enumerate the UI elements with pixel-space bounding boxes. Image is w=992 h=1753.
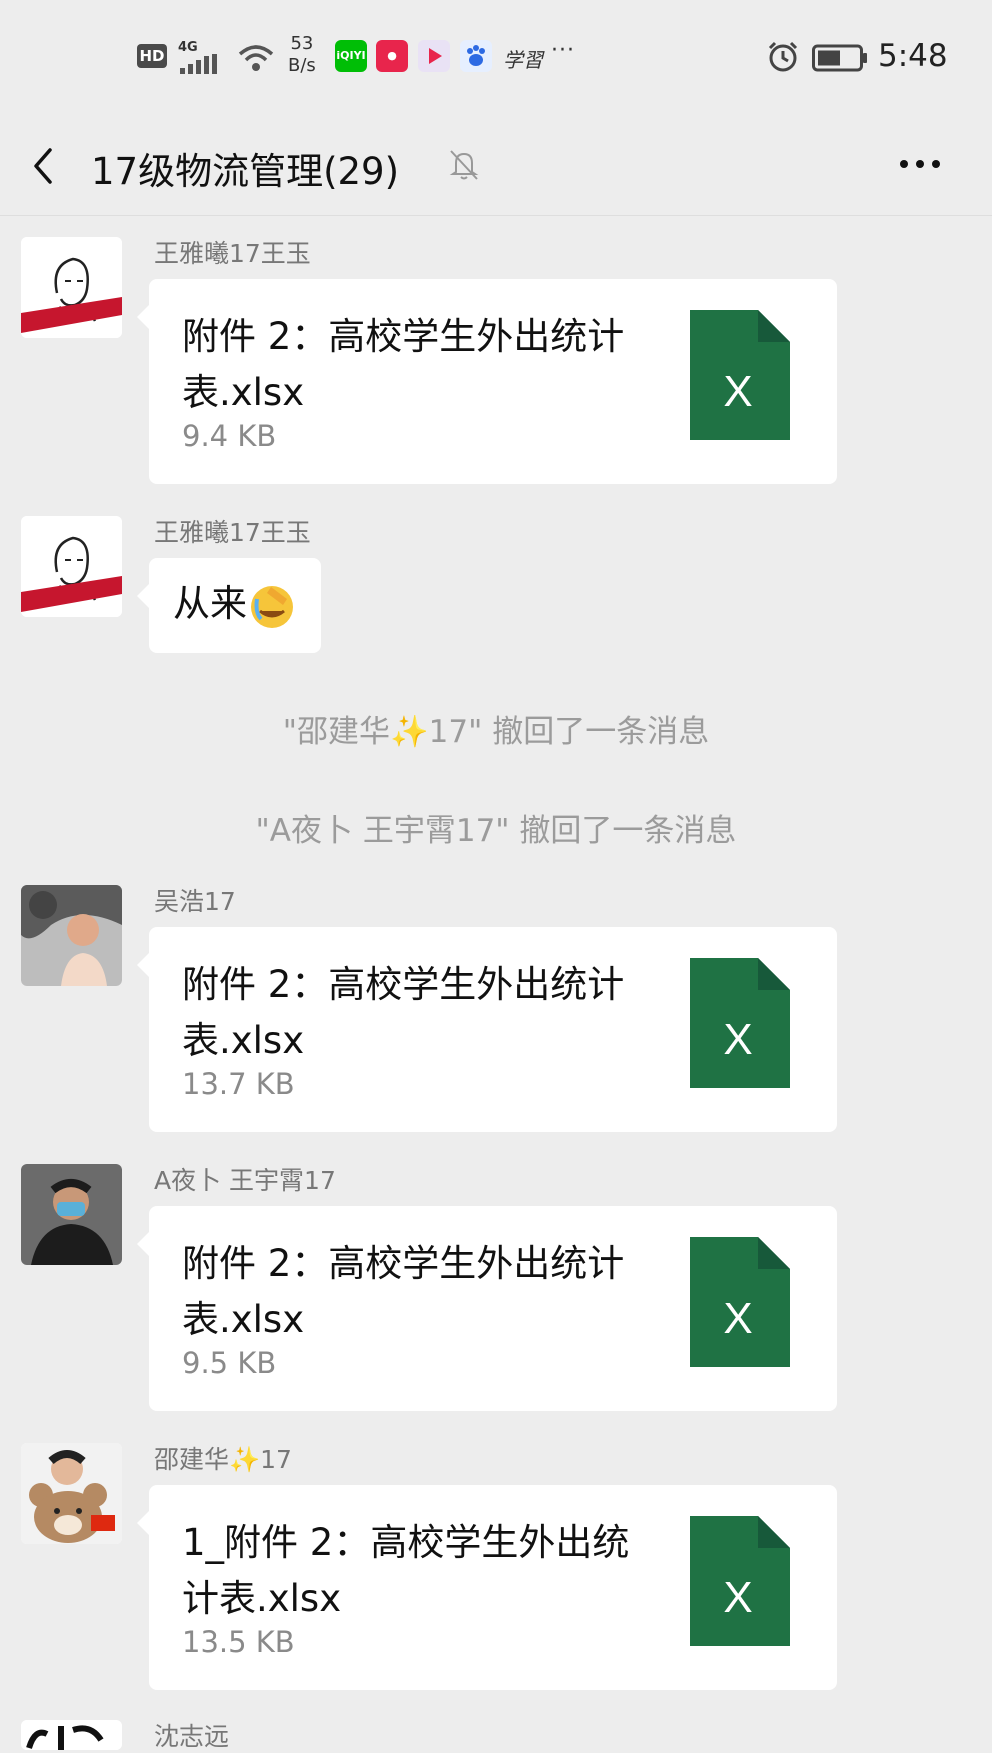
- photo-avatar-icon: [21, 885, 122, 986]
- file-name: 附件 2：高校学生外出统计表.xlsx: [182, 963, 625, 1062]
- chat-title: 17级物流管理(29): [91, 150, 400, 193]
- sender-name: 邵建华✨17: [154, 1445, 292, 1474]
- video-icon: [418, 40, 450, 72]
- message-text: 从来: [173, 582, 247, 625]
- file-size: 9.4 KB: [182, 419, 277, 453]
- bear-photo-avatar-icon: [21, 1443, 122, 1544]
- svg-text:X: X: [723, 1294, 752, 1343]
- avatar[interactable]: [21, 1720, 122, 1750]
- avatar[interactable]: [21, 1164, 122, 1265]
- file-card[interactable]: 附件 2：高校学生外出统计表.xlsx 9.4 KB X: [137, 279, 837, 484]
- file-size: 9.5 KB: [182, 1346, 277, 1380]
- file-size: 13.7 KB: [182, 1067, 295, 1101]
- alarm-icon: [768, 41, 798, 72]
- baidu-icon: [460, 40, 492, 72]
- file-name: 1_附件 2：高校学生外出统计表.xlsx: [182, 1521, 630, 1620]
- recall-notice: "邵建华✨17" 撤回了一条消息: [282, 714, 710, 750]
- sender-name: 王雅曦17王玉: [154, 518, 311, 547]
- sender-name: 沈志远: [154, 1722, 230, 1751]
- avatar[interactable]: [21, 1443, 122, 1544]
- file-card[interactable]: 1_附件 2：高校学生外出统计表.xlsx 13.5 KB X: [137, 1485, 837, 1690]
- sender-name: 吴浩17: [154, 887, 236, 916]
- wifi-icon: [238, 45, 274, 71]
- file-card[interactable]: 附件 2：高校学生外出统计表.xlsx 9.5 KB X: [137, 1206, 837, 1411]
- calligraphy-avatar-icon: [21, 1720, 122, 1750]
- hd-badge: HD: [137, 44, 167, 68]
- sketch-avatar-icon: [21, 237, 122, 338]
- chat-header: 17级物流管理(29): [0, 115, 992, 216]
- avatar[interactable]: [21, 237, 122, 338]
- sender-name: A夜卜 王宇霄17: [154, 1166, 336, 1195]
- svg-text:X: X: [723, 367, 752, 416]
- excel-file-icon: X: [690, 1237, 790, 1367]
- recall-notice: "A夜卜 王宇霄17" 撤回了一条消息: [255, 813, 737, 849]
- status-bar: HD 4G 53 B/s iQIYI ● 学習 ··· 5:48: [0, 0, 992, 115]
- mute-bell-icon: [449, 150, 479, 180]
- back-button[interactable]: [22, 137, 82, 197]
- excel-file-icon: X: [690, 958, 790, 1088]
- sketch-avatar-icon: [21, 516, 122, 617]
- avatar[interactable]: [21, 516, 122, 617]
- signal-icon: [180, 54, 217, 74]
- network-type: 4G: [178, 40, 198, 55]
- live-icon: ●: [376, 40, 408, 72]
- iqiyi-icon: iQIYI: [335, 40, 367, 72]
- text-bubble[interactable]: 从来: [137, 558, 321, 653]
- more-options-button[interactable]: [890, 139, 950, 189]
- file-size: 13.5 KB: [182, 1625, 295, 1659]
- sender-name: 王雅曦17王玉: [154, 239, 311, 268]
- file-name: 附件 2：高校学生外出统计表.xlsx: [182, 1242, 625, 1341]
- more-notifications-icon: ···: [551, 38, 575, 63]
- network-speed: 53 B/s: [288, 33, 316, 76]
- svg-text:X: X: [723, 1573, 752, 1622]
- excel-file-icon: X: [690, 1516, 790, 1646]
- file-card[interactable]: 附件 2：高校学生外出统计表.xlsx 13.7 KB X: [137, 927, 837, 1132]
- battery-icon: [812, 44, 867, 72]
- excel-file-icon: X: [690, 310, 790, 440]
- file-name: 附件 2：高校学生外出统计表.xlsx: [182, 315, 625, 414]
- photo-avatar-icon: [21, 1164, 122, 1265]
- xuexi-icon: 学習: [503, 48, 543, 72]
- svg-text:X: X: [723, 1015, 752, 1064]
- clock: 5:48: [878, 38, 948, 74]
- facepalm-crying-emoji-icon: [251, 585, 293, 628]
- avatar[interactable]: [21, 885, 122, 986]
